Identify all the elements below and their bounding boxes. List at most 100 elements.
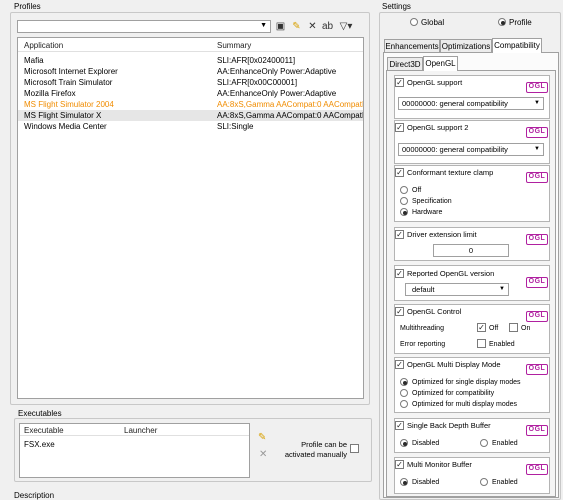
single-back-disabled-radio[interactable]	[400, 439, 408, 447]
copy-profile-icon[interactable]: ▣	[275, 21, 286, 32]
texture-clamp-label: Conformant texture clamp	[407, 168, 494, 177]
multi-monitor-enabled-radio[interactable]	[480, 478, 488, 486]
global-label: Global	[421, 18, 445, 27]
chevron-down-icon: ▼	[499, 286, 505, 292]
manual-activation-label-2: activated manually	[284, 450, 347, 459]
global-radio[interactable]	[410, 18, 418, 26]
column-header-launcher[interactable]: Launcher	[124, 426, 157, 435]
profiles-title: Profiles	[14, 2, 41, 11]
settings-title: Settings	[382, 2, 411, 11]
column-header-application[interactable]: Application	[24, 41, 63, 50]
single-back-disabled-label: Disabled	[412, 440, 440, 447]
reported-version-checkbox[interactable]: ✓	[395, 269, 404, 278]
new-profile-icon[interactable]: ✎	[291, 21, 302, 32]
opengl-support2-checkbox[interactable]: ✓	[395, 123, 404, 132]
tab-optimizations[interactable]: Optimizations	[440, 39, 492, 53]
opengl-control-label: OpenGL Control	[407, 307, 462, 316]
texture-clamp-checkbox[interactable]: ✓	[395, 168, 404, 177]
single-back-checkbox[interactable]: ✓	[395, 421, 404, 430]
error-reporting-checkbox[interactable]	[477, 339, 486, 348]
multithreading-on-label: On	[521, 325, 531, 332]
executables-list[interactable]: Executable Launcher FSX.exe	[19, 423, 250, 478]
multi-monitor-disabled-label: Disabled	[412, 479, 440, 486]
multithreading-off-label: Off	[489, 325, 499, 332]
list-item[interactable]: MS Flight Simulator 2004 AA:8xS,Gamma AAC…	[18, 99, 363, 110]
opengl-support-select[interactable]: 00000000: general compatibility ▼	[398, 97, 544, 110]
multi-display-checkbox[interactable]: ✓	[395, 360, 404, 369]
filter-icon[interactable]: ▽▾	[337, 21, 355, 32]
ext-limit-input[interactable]: 0	[433, 244, 509, 257]
multi-display-compat-radio[interactable]	[400, 389, 408, 397]
ext-limit-checkbox[interactable]: ✓	[395, 230, 404, 239]
rename-icon[interactable]: ab	[322, 21, 333, 32]
ogl-logo-icon: OGL	[526, 464, 548, 475]
executables-list-header: Executable Launcher	[20, 424, 249, 436]
opengl-support2-value: 00000000: general compatibility	[402, 145, 508, 154]
multi-display-label: OpenGL Multi Display Mode	[407, 360, 501, 369]
single-back-enabled-label: Enabled	[492, 440, 518, 447]
opengl-support-checkbox[interactable]: ✓	[395, 78, 404, 87]
subtab-direct3d[interactable]: Direct3D	[387, 57, 423, 71]
multithreading-off-checkbox[interactable]: ✓	[477, 323, 486, 332]
manual-activation-label-1: Profile can be	[301, 440, 347, 449]
multi-monitor-disabled-radio[interactable]	[400, 478, 408, 486]
reported-version-value: default	[412, 285, 435, 294]
column-header-summary[interactable]: Summary	[217, 41, 251, 50]
texture-clamp-hardware-radio[interactable]	[400, 208, 408, 216]
opengl-control-checkbox[interactable]: ✓	[395, 307, 404, 316]
profile-search-combo[interactable]: ▼	[17, 20, 271, 33]
tab-enhancements[interactable]: Enhancements	[384, 39, 440, 53]
executables-title: Executables	[18, 409, 62, 418]
opengl-support-value: 00000000: general compatibility	[402, 99, 508, 108]
remove-executable-icon[interactable]: ✕	[259, 449, 267, 460]
list-item-selected[interactable]: MS Flight Simulator X AA:8xS,Gamma AAComp…	[18, 110, 363, 121]
ogl-logo-icon: OGL	[526, 277, 548, 288]
add-executable-icon[interactable]: ✎	[258, 432, 266, 443]
multithreading-label: Multithreading	[400, 325, 444, 332]
single-back-enabled-radio[interactable]	[480, 439, 488, 447]
list-item[interactable]: Mozilla Firefox AA:EnhanceOnly Power:Adap…	[18, 88, 363, 99]
texture-clamp-off-radio[interactable]	[400, 186, 408, 194]
multi-display-single-radio[interactable]	[400, 378, 408, 386]
multi-monitor-label: Multi Monitor Buffer	[407, 460, 472, 469]
column-header-executable[interactable]: Executable	[24, 426, 64, 435]
texture-clamp-spec-radio[interactable]	[400, 197, 408, 205]
error-reporting-label: Error reporting	[400, 341, 446, 348]
opengl-support2-label: OpenGL support 2	[407, 123, 469, 132]
list-item[interactable]: Mafia SLI:AFR[0x02400011]	[18, 55, 363, 66]
ogl-logo-icon: OGL	[526, 364, 548, 375]
multithreading-on-checkbox[interactable]	[509, 323, 518, 332]
ogl-logo-icon: OGL	[526, 311, 548, 322]
list-item[interactable]: Microsoft Train Simulator SLI:AFR[0x00C00…	[18, 77, 363, 88]
ogl-logo-icon: OGL	[526, 127, 548, 138]
profiles-list-header: Application Summary	[18, 38, 363, 52]
tab-compatibility[interactable]: Compatibility	[492, 38, 542, 53]
multi-display-multi-label: Optimized for multi display modes	[412, 401, 518, 408]
description-title: Description	[14, 491, 55, 500]
reported-version-label: Reported OpenGL version	[407, 269, 495, 278]
list-item[interactable]: Windows Media Center SLI:Single	[18, 121, 363, 132]
list-item[interactable]: FSX.exe	[20, 439, 249, 450]
single-back-label: Single Back Depth Buffer	[407, 421, 491, 430]
ogl-logo-icon: OGL	[526, 172, 548, 183]
chevron-down-icon: ▼	[534, 146, 540, 152]
list-item[interactable]: Microsoft Internet Explorer AA:EnhanceOnl…	[18, 66, 363, 77]
texture-clamp-spec-label: Specification	[412, 198, 452, 205]
opengl-support2-select[interactable]: 00000000: general compatibility ▼	[398, 143, 544, 156]
delete-icon[interactable]: ✕	[307, 21, 318, 32]
chevron-down-icon: ▼	[534, 100, 540, 106]
texture-clamp-hardware-label: Hardware	[412, 209, 443, 216]
dropdown-arrow-icon[interactable]: ▼	[260, 22, 267, 29]
multi-display-single-label: Optimized for single display modes	[412, 379, 521, 386]
ogl-logo-icon: OGL	[526, 82, 548, 93]
manual-activation-checkbox[interactable]	[350, 444, 359, 453]
reported-version-select[interactable]: default ▼	[405, 283, 509, 296]
profiles-list[interactable]: Application Summary Mafia SLI:AFR[0x02400…	[17, 37, 364, 399]
profile-radio[interactable]	[498, 18, 506, 26]
ogl-logo-icon: OGL	[526, 234, 548, 245]
multi-display-compat-label: Optimized for compatibility	[412, 390, 495, 397]
error-reporting-enabled-label: Enabled	[489, 341, 515, 348]
subtab-opengl[interactable]: OpenGL	[423, 56, 458, 71]
multi-display-multi-radio[interactable]	[400, 400, 408, 408]
multi-monitor-checkbox[interactable]: ✓	[395, 460, 404, 469]
